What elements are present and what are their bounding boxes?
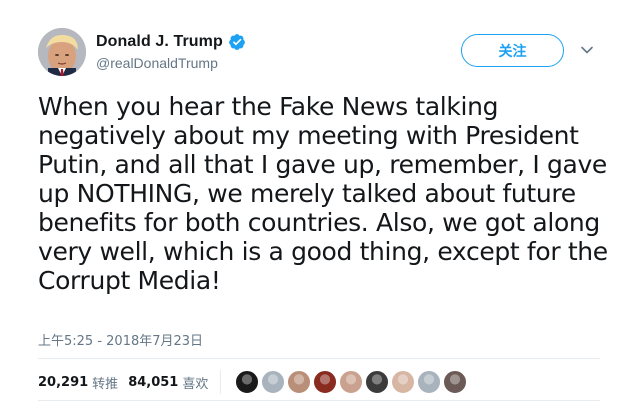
liker-avatar[interactable] [287, 370, 312, 394]
liker-avatar[interactable] [235, 370, 260, 394]
author-names: Donald J. Trump @realDonaldTrump [96, 32, 246, 71]
divider [38, 400, 600, 401]
tweet-card: Donald J. Trump @realDonaldTrump 关注 When… [0, 0, 638, 407]
tweet-header: Donald J. Trump @realDonaldTrump 关注 [38, 28, 608, 80]
tweet-text: When you hear the Fake News talking nega… [38, 92, 608, 295]
author-handle[interactable]: @realDonaldTrump [96, 55, 246, 71]
retweets-stat[interactable]: 20,291 转推 [38, 373, 118, 392]
liker-avatar[interactable] [417, 370, 442, 394]
retweets-label: 转推 [92, 376, 119, 392]
stats-separator [220, 370, 222, 394]
tweet-timestamp[interactable]: 上午5:25 - 2018年7月23日 [38, 330, 203, 349]
liker-avatar[interactable] [365, 370, 390, 394]
likes-stat[interactable]: 84,051 喜欢 [128, 373, 208, 392]
author-display-name[interactable]: Donald J. Trump [96, 33, 223, 51]
liker-avatar[interactable] [339, 370, 364, 394]
liker-avatar[interactable] [261, 370, 286, 394]
chevron-down-icon[interactable] [579, 42, 595, 58]
liker-avatar[interactable] [313, 370, 338, 394]
liker-avatar[interactable] [443, 370, 468, 394]
follow-button[interactable]: 关注 [461, 34, 564, 67]
divider [38, 358, 600, 359]
retweets-count: 20,291 [38, 374, 89, 390]
verified-badge-icon [228, 33, 246, 51]
liker-avatars [235, 370, 469, 394]
author-avatar[interactable] [38, 28, 86, 76]
liker-avatar[interactable] [391, 370, 416, 394]
likes-count: 84,051 [128, 374, 179, 390]
tweet-stats: 20,291 转推 84,051 喜欢 [38, 368, 469, 396]
likes-label: 喜欢 [182, 376, 209, 392]
